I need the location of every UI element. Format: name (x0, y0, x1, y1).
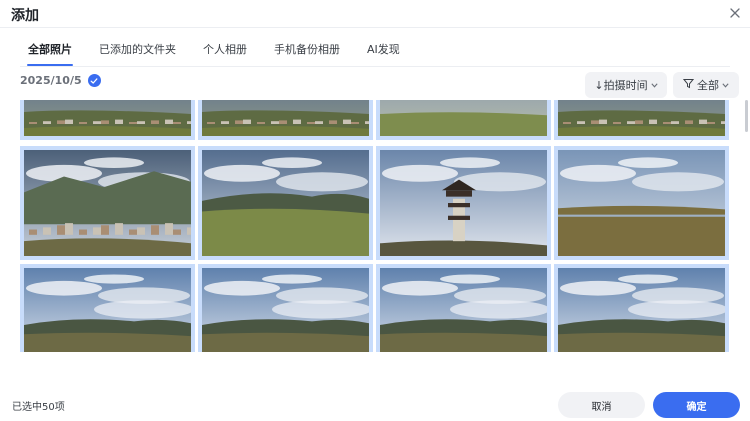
photo-thumbnail[interactable] (20, 146, 195, 260)
photo-thumbnail[interactable] (554, 100, 729, 140)
photo-thumbnail[interactable] (20, 100, 195, 140)
photo-image (202, 268, 369, 352)
selected-count: 已选中50项 (12, 402, 65, 413)
check-circle-icon[interactable] (87, 74, 101, 87)
tab-all-photos[interactable]: 全部照片 (27, 41, 73, 66)
filter-all-button[interactable]: 全部 (673, 72, 739, 98)
photo-image (202, 100, 369, 136)
close-icon[interactable] (726, 4, 744, 22)
date-group-header[interactable]: 2025/10/5 (20, 74, 101, 87)
photo-thumbnail[interactable] (554, 264, 729, 352)
photo-image (380, 268, 547, 352)
dialog-title: 添加 (11, 8, 39, 24)
photo-image (202, 150, 369, 256)
date-label: 2025/10/5 (20, 74, 82, 87)
photo-thumbnail[interactable] (376, 264, 551, 352)
confirm-button[interactable]: 确定 (653, 392, 740, 418)
photo-thumbnail[interactable] (198, 100, 373, 140)
add-photos-dialog: 添加 全部照片 已添加的文件夹 个人相册 手机备份相册 AI发现 2025/10… (0, 0, 750, 421)
photo-image (24, 268, 191, 352)
photo-thumbnail[interactable] (376, 100, 551, 140)
photo-thumbnail[interactable] (554, 146, 729, 260)
cancel-button[interactable]: 取消 (558, 392, 645, 418)
photo-image (558, 268, 725, 352)
title-divider (0, 27, 750, 28)
photo-image (24, 100, 191, 136)
photo-image (24, 150, 191, 256)
filter-label: 全部 (697, 79, 719, 92)
sort-label: ↓拍摄时间 (594, 79, 648, 92)
photo-thumbnail[interactable] (198, 146, 373, 260)
photo-image (558, 100, 725, 136)
tab-phone-backup-albums[interactable]: 手机备份相册 (274, 41, 340, 65)
tab-underline-divider (20, 66, 730, 67)
chevron-down-icon (722, 81, 729, 90)
photo-thumbnail[interactable] (198, 264, 373, 352)
tab-ai-discover[interactable]: AI发现 (367, 41, 400, 65)
funnel-icon (682, 78, 695, 92)
tab-added-folders[interactable]: 已添加的文件夹 (99, 41, 176, 65)
photo-thumbnail[interactable] (376, 146, 551, 260)
photo-image (380, 100, 547, 136)
photo-thumbnail[interactable] (20, 264, 195, 352)
tab-personal-albums[interactable]: 个人相册 (203, 41, 247, 65)
tab-bar: 全部照片 已添加的文件夹 个人相册 手机备份相册 AI发现 (27, 41, 427, 66)
photo-image (558, 150, 725, 256)
photo-grid-viewport[interactable] (20, 100, 732, 352)
chevron-down-icon (651, 81, 658, 90)
photo-image (380, 150, 547, 256)
vertical-scrollbar[interactable] (745, 100, 748, 132)
sort-by-time-button[interactable]: ↓拍摄时间 (585, 72, 667, 98)
